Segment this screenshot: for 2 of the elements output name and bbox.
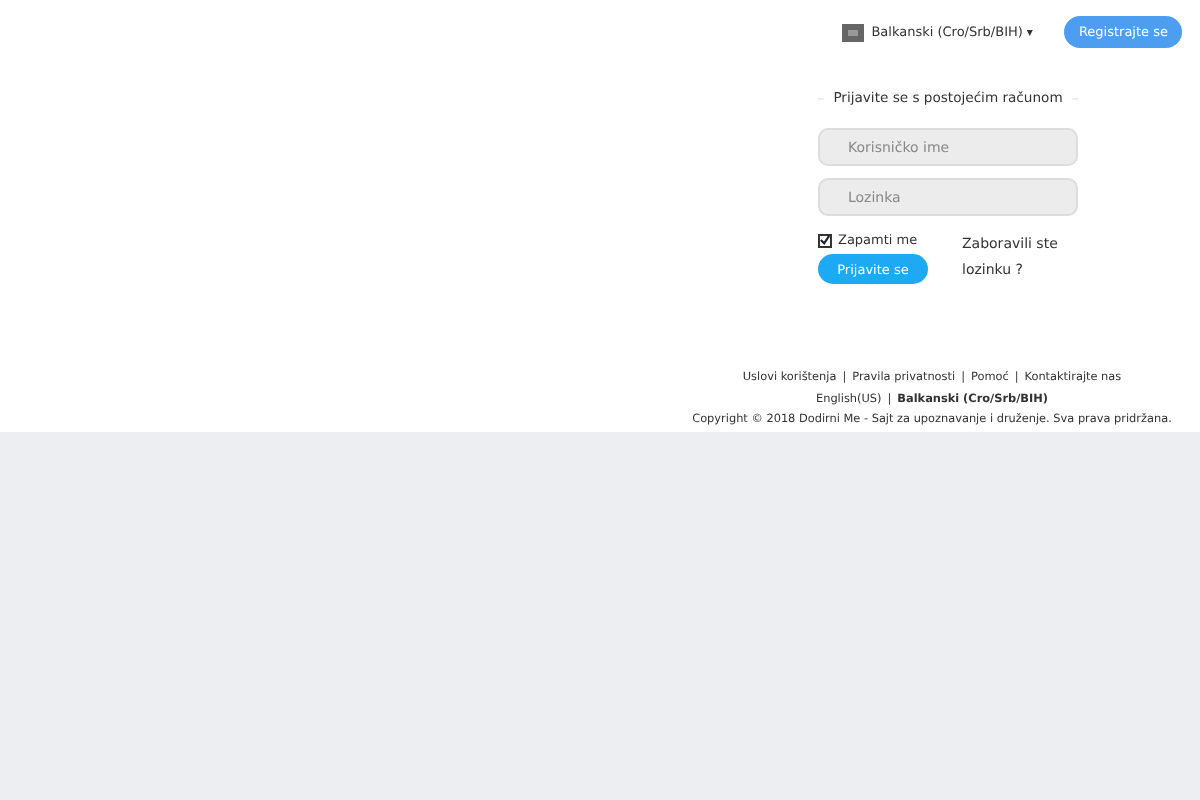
remember-checkbox[interactable]	[818, 233, 832, 247]
flag-icon	[841, 23, 864, 41]
